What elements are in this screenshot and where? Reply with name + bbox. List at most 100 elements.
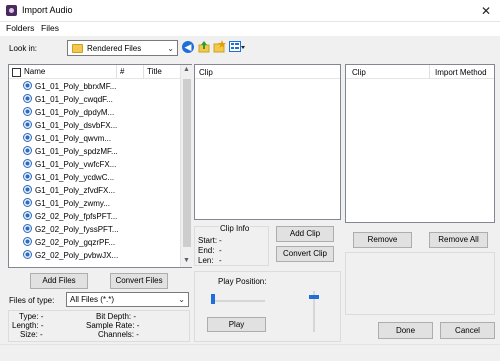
menu-folders[interactable]: Folders (6, 23, 34, 33)
up-folder-icon[interactable] (198, 40, 210, 53)
play-position-label: Play Position: (218, 277, 267, 286)
clip-end-value: - (219, 246, 222, 255)
file-name: G1_01_Poly_zfvdFX... (35, 186, 116, 195)
file-row[interactable]: G1_01_Poly_dsvbFX... (23, 119, 117, 132)
column-number[interactable]: # (120, 67, 124, 76)
clip-start-label: Start: (198, 236, 218, 245)
file-row[interactable]: G1_01_Poly_qwvm... (23, 132, 111, 145)
file-list-header: Name # Title (9, 65, 180, 79)
file-name: G1_01_Poly_ycdwC... (35, 173, 115, 182)
audio-file-icon (23, 94, 32, 103)
audio-file-icon (23, 224, 32, 233)
play-position-slider[interactable] (211, 294, 215, 304)
audio-file-icon (23, 133, 32, 142)
audio-file-icon (23, 172, 32, 181)
file-name: G1_01_Poly_dpdyM... (35, 108, 115, 117)
new-folder-icon[interactable] (213, 40, 226, 53)
menu-files[interactable]: Files (41, 23, 59, 33)
clip-start-value: - (219, 236, 222, 245)
file-name: G2_02_Poly_fpfsPFT... (35, 212, 118, 221)
chevron-down-icon: ⌄ (178, 295, 185, 304)
scroll-thumb[interactable] (183, 79, 191, 247)
import-list-header: Clip Import Method (346, 65, 494, 79)
file-name: G2_02_Poly_pvbwJX... (35, 251, 119, 260)
status-strip (0, 344, 500, 361)
bit-depth-info: Bit Depth: - (96, 312, 137, 321)
file-row[interactable]: G1_01_Poly_cwqdF... (23, 93, 113, 106)
back-icon[interactable]: ◀ (182, 41, 194, 53)
remove-all-button[interactable]: Remove All (429, 232, 488, 248)
audio-file-icon (23, 250, 32, 259)
title-bar (0, 0, 500, 22)
chevron-down-icon: ⌄ (167, 44, 174, 53)
column-name[interactable]: Name (24, 67, 45, 76)
file-size-info: Size: - (20, 330, 43, 339)
column-title[interactable]: Title (147, 67, 162, 76)
file-name: G1_01_Poly_bbrxMF... (35, 82, 117, 91)
file-row[interactable]: G1_01_Poly_vwfcFX... (23, 158, 116, 171)
file-row[interactable]: G1_01_Poly_zwmy... (23, 197, 110, 210)
add-clip-button[interactable]: Add Clip (276, 226, 334, 242)
convert-clip-button[interactable]: Convert Clip (276, 246, 334, 262)
file-row[interactable]: G1_01_Poly_zfvdFX... (23, 184, 115, 197)
audio-file-icon (23, 81, 32, 90)
file-name: G1_01_Poly_vwfcFX... (35, 160, 117, 169)
file-row[interactable]: G1_01_Poly_bbrxMF... (23, 80, 116, 93)
file-row[interactable]: G2_02_Poly_fpfsPFT... (23, 210, 117, 223)
app-icon (6, 5, 17, 16)
file-row[interactable]: G2_02_Poly_gqzrPF... (23, 236, 115, 249)
audio-file-icon (23, 185, 32, 194)
channels-info: Channels: - (98, 330, 139, 339)
audio-file-icon (23, 237, 32, 246)
file-row[interactable]: G2_02_Poly_fyssPFT... (23, 223, 119, 236)
file-name: G1_01_Poly_qwvm... (35, 134, 112, 143)
convert-files-button[interactable]: Convert Files (110, 273, 168, 289)
audio-file-icon (23, 159, 32, 168)
preview-box (345, 252, 495, 315)
play-button[interactable]: Play (207, 317, 266, 332)
scroll-down-icon[interactable]: ▼ (183, 257, 190, 264)
audio-file-icon (23, 146, 32, 155)
files-of-type-label: Files of type: (9, 296, 55, 305)
play-position-track (211, 300, 265, 302)
cancel-button[interactable]: Cancel (440, 322, 495, 339)
file-row[interactable]: G1_01_Poly_ycdwC... (23, 171, 114, 184)
select-all-checkbox[interactable] (12, 68, 21, 77)
look-in-value: Rendered Files (87, 44, 142, 53)
import-list[interactable]: Clip Import Method (345, 64, 495, 223)
file-name: G1_01_Poly_cwqdF... (35, 95, 113, 104)
scroll-up-icon[interactable]: ▲ (183, 66, 190, 73)
view-menu-icon[interactable] (229, 41, 246, 53)
done-button[interactable]: Done (378, 322, 433, 339)
file-list-scrollbar[interactable]: ▲ ▼ (180, 65, 192, 267)
file-list[interactable]: Name # Title G1_01_Poly_bbrxMF... G1_01_P… (8, 64, 192, 268)
file-name: G1_01_Poly_dsvbFX... (35, 121, 118, 130)
add-files-button[interactable]: Add Files (30, 273, 88, 289)
clip-panel[interactable]: Clip (194, 64, 341, 220)
file-row[interactable]: G1_01_Poly_dpdyM... (23, 106, 114, 119)
file-name: G2_02_Poly_gqzrPF... (35, 238, 116, 247)
import-clip-column: Clip (352, 68, 366, 77)
files-of-type-dropdown[interactable]: All Files (*.*) ⌄ (66, 292, 189, 307)
close-icon[interactable]: ✕ (476, 2, 496, 20)
clip-header: Clip (195, 65, 340, 79)
menu-bar (0, 22, 500, 36)
remove-button[interactable]: Remove (353, 232, 412, 248)
clip-end-label: End: (198, 246, 215, 255)
file-row[interactable]: G1_01_Poly_spdzMF... (23, 145, 118, 158)
volume-slider[interactable] (309, 295, 319, 299)
files-of-type-value: All Files (*.*) (70, 295, 115, 304)
file-type-info: Type: - (19, 312, 44, 321)
file-name: G1_01_Poly_spdzMF... (35, 147, 118, 156)
file-name: G1_01_Poly_zwmy... (35, 199, 110, 208)
clip-len-value: - (219, 256, 222, 265)
look-in-dropdown[interactable]: Rendered Files ⌄ (67, 40, 178, 56)
window-title: Import Audio (22, 5, 73, 15)
audio-file-icon (23, 107, 32, 116)
clip-info-title: Clip Info (219, 224, 251, 233)
file-row[interactable]: G2_02_Poly_pvbwJX... (23, 249, 118, 262)
file-name: G2_02_Poly_fyssPFT... (35, 225, 119, 234)
clip-column: Clip (199, 68, 213, 77)
audio-file-icon (23, 198, 32, 207)
import-method-column: Import Method (435, 68, 487, 77)
